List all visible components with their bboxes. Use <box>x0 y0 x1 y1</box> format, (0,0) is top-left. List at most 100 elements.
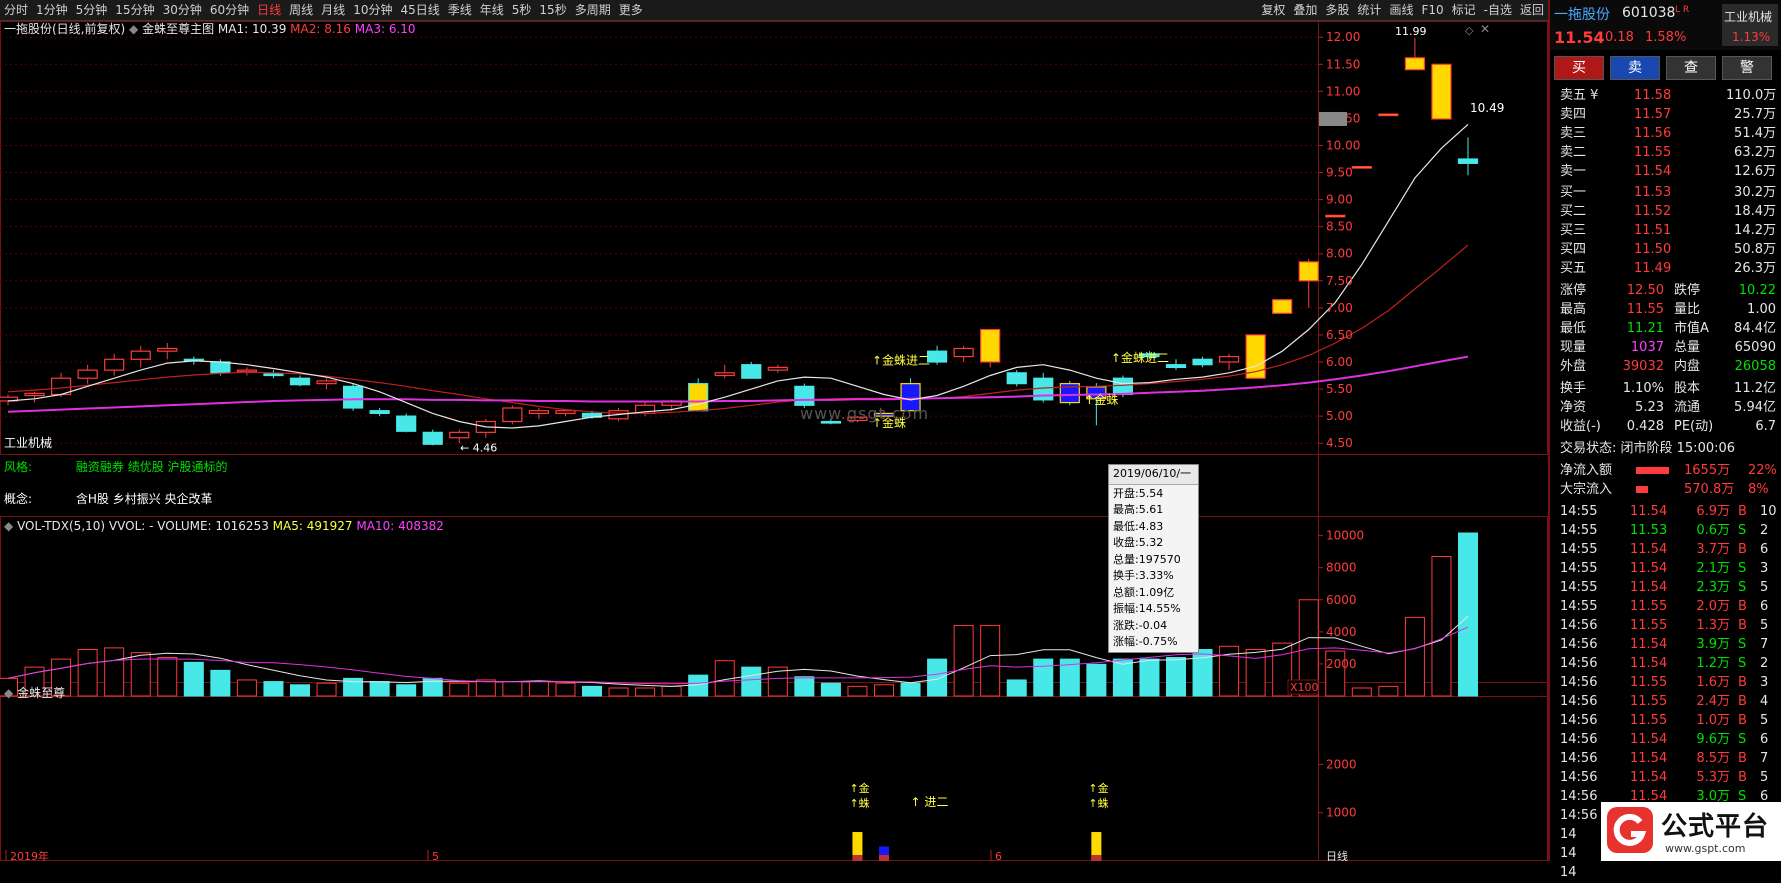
netflow-value: 1655万 <box>1684 463 1731 478</box>
style-label: 风格: <box>4 460 33 474</box>
period-tab-11[interactable]: 季线 <box>444 0 476 20</box>
candle <box>1378 113 1399 117</box>
period-tab-13[interactable]: 5秒 <box>508 0 536 20</box>
sub-indicator-name[interactable]: 金蛛至尊 <box>17 686 65 700</box>
candle <box>210 361 231 374</box>
period-tab-15[interactable]: 多周期 <box>571 0 615 20</box>
stat-label-2: 内盘 <box>1674 359 1701 374</box>
netflow-pct: 22% <box>1748 463 1777 478</box>
price-tick-label: 5.00 <box>1326 409 1353 423</box>
volume-bar <box>980 624 1001 697</box>
period-tab-5[interactable]: 60分钟 <box>206 0 253 20</box>
price-tick-label: 5.50 <box>1326 382 1353 396</box>
tool-button-4[interactable]: 画线 <box>1385 0 1417 20</box>
diamond-icon[interactable]: ◇ <box>1465 24 1473 37</box>
tool-button-0[interactable]: 复权 <box>1257 0 1289 20</box>
tick-count: 5 <box>1760 580 1769 595</box>
period-tab-4[interactable]: 30分钟 <box>159 0 206 20</box>
candle <box>1404 57 1426 71</box>
tick-row: 14:55 11.54 6.9万 B 10 <box>1556 501 1777 522</box>
period-tab-7[interactable]: 周线 <box>285 0 317 20</box>
stat-label: 涨停 <box>1560 283 1587 298</box>
volume-bar <box>1139 658 1160 697</box>
period-tab-9[interactable]: 10分钟 <box>349 0 396 20</box>
tick-side: S <box>1738 656 1747 671</box>
period-tab-3[interactable]: 15分钟 <box>111 0 158 20</box>
tick-volume: 2.0万 <box>1696 599 1730 614</box>
tick-time: 14:56 <box>1560 637 1598 652</box>
tick-row: 14:56 11.54 8.5万 B 7 <box>1556 748 1776 769</box>
tool-button-2[interactable]: 多股 <box>1321 0 1353 20</box>
tool-button-8[interactable]: 返回 <box>1516 0 1548 20</box>
tick-row: 14:55 11.54 3.7万 B 6 <box>1556 539 1776 560</box>
candle <box>528 410 550 415</box>
candle <box>236 369 258 373</box>
bid-volume: 18.4万 <box>1734 204 1776 219</box>
low-label: ← 4.46 <box>460 441 497 454</box>
volume-bar <box>953 624 974 697</box>
tool-button-6[interactable]: 标记 <box>1448 0 1480 20</box>
kline-chart[interactable]: ↑金↑蛛↑金↑蛛↑ 进二 12.0011.5011.0010.5010.009.… <box>0 21 1548 861</box>
candle <box>422 431 443 445</box>
candle <box>555 410 576 415</box>
bid-price: 11.53 <box>1634 185 1672 200</box>
quote-panel: 一拖股份 601038 L R 工业机械 1.13% 11.54 0.18 1.… <box>1548 0 1781 880</box>
tick-count: 10 <box>1760 504 1777 519</box>
vol-tick-label: 6000 <box>1326 593 1357 607</box>
sub-legend: ◆ 金蛛至尊 <box>4 684 65 701</box>
ask-row: 卖二 11.55 63.2万 <box>1556 142 1776 163</box>
ma1-value: MA1: 10.39 <box>217 22 287 36</box>
period-tab-8[interactable]: 月线 <box>317 0 349 20</box>
period-tab-10[interactable]: 45日线 <box>396 0 443 20</box>
industry-pct: 1.13% <box>1732 30 1771 44</box>
alert-button[interactable]: 警 <box>1722 56 1772 80</box>
tick-volume: 3.9万 <box>1696 637 1730 652</box>
bid-label: 买一 <box>1560 185 1587 200</box>
period-tab-12[interactable]: 年线 <box>476 0 508 20</box>
signal-label: ↑金蛛进二 <box>872 353 930 368</box>
period-tab-1[interactable]: 1分钟 <box>32 0 72 20</box>
dot-icon: ◆ <box>129 22 139 36</box>
volume-bar <box>449 682 470 697</box>
brand-url: www.gspt.com <box>1665 842 1746 855</box>
period-tab-0[interactable]: 分时 <box>0 0 32 20</box>
sig-a-2: ↑金 <box>1088 781 1108 795</box>
volume-bar <box>236 679 257 697</box>
ask-row: 卖三 11.56 51.4万 <box>1556 123 1776 144</box>
tick-count: 3 <box>1760 561 1769 576</box>
x-axis-label: 2019年 <box>10 849 49 861</box>
block-label: 大宗流入 <box>1560 482 1613 497</box>
vol-indicator-name[interactable]: VOL-TDX(5,10) <box>17 519 105 533</box>
period-tab-16[interactable]: 更多 <box>615 0 647 20</box>
close-icon[interactable]: ✕ <box>1480 22 1490 36</box>
tool-button-3[interactable]: 统计 <box>1353 0 1385 20</box>
period-tab-6[interactable]: 日线 <box>253 0 285 20</box>
stat-label-2: 总量 <box>1674 340 1701 355</box>
sub-tick-label: 1000 <box>1326 806 1357 820</box>
price-tick-label: 4.50 <box>1326 436 1353 450</box>
period-tab-14[interactable]: 15秒 <box>535 0 570 20</box>
price-pct: 1.58% <box>1645 30 1687 45</box>
bid-price: 11.49 <box>1634 261 1672 276</box>
buy-button[interactable]: 买 <box>1554 56 1604 80</box>
tick-side: S <box>1738 523 1747 538</box>
stat-value: 0.428 <box>1626 419 1664 434</box>
stat-value: 1.10% <box>1622 381 1664 396</box>
sig-a-1: ↑金 <box>849 781 869 795</box>
volume-bar <box>1086 663 1107 697</box>
tick-count: 5 <box>1760 770 1769 785</box>
query-button[interactable]: 查 <box>1666 56 1716 80</box>
tick-side: S <box>1738 580 1747 595</box>
tool-button-1[interactable]: 叠加 <box>1289 0 1321 20</box>
period-tab-2[interactable]: 5分钟 <box>72 0 112 20</box>
tool-button-5[interactable]: F10 <box>1417 0 1447 20</box>
tool-button-7[interactable]: -自选 <box>1480 0 1516 20</box>
tick-count: 2 <box>1760 523 1769 538</box>
netflow-label: 净流入额 <box>1560 463 1613 478</box>
main-indicator-name[interactable]: 金蛛至尊主图 <box>142 22 214 36</box>
sig-a-2b: ↑蛛 <box>1088 796 1108 810</box>
tick-count: 2 <box>1760 656 1769 671</box>
tooltip-amplitude: 振幅:14.55% <box>1113 602 1181 615</box>
ask-row: 卖一 11.54 12.6万 <box>1556 161 1776 182</box>
sell-button[interactable]: 卖 <box>1610 56 1660 80</box>
